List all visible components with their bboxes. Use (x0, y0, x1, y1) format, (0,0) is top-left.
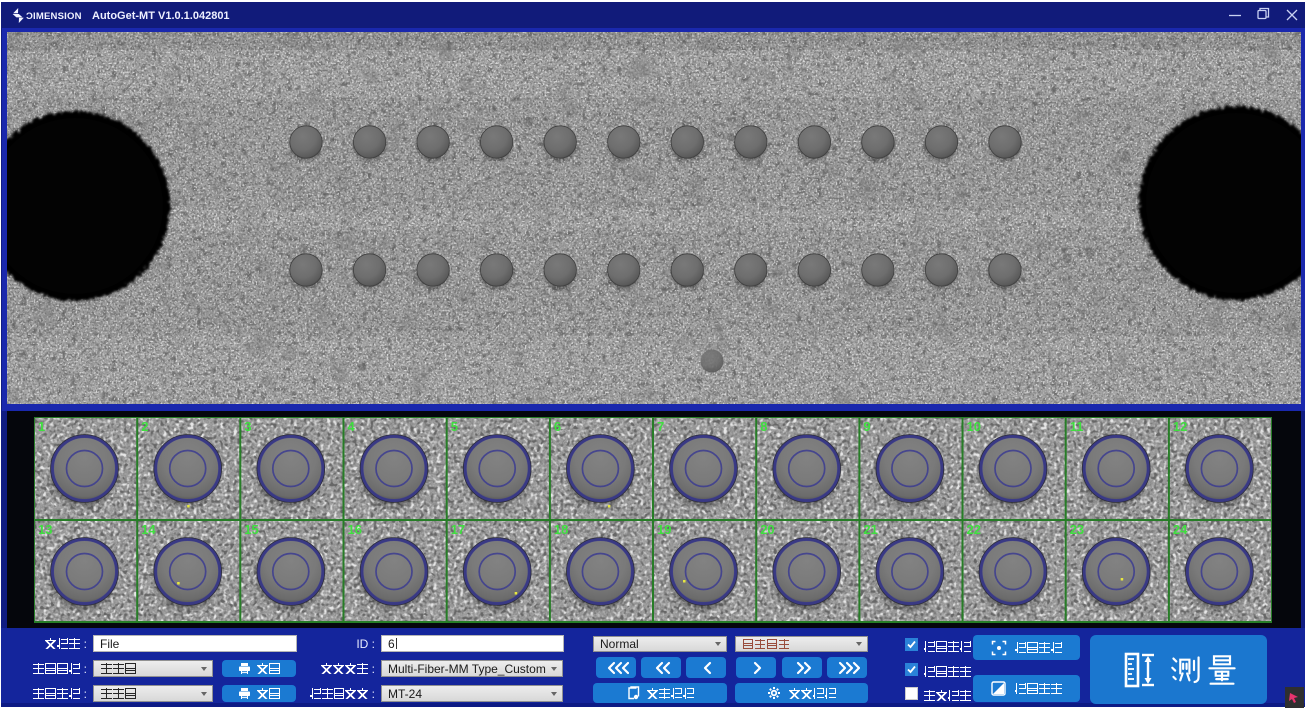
svg-text:7: 7 (657, 419, 664, 434)
svg-text:21: 21 (863, 522, 877, 537)
svg-text:3: 3 (244, 419, 251, 434)
svg-text:19: 19 (657, 522, 671, 537)
svg-text:23: 23 (1070, 522, 1084, 537)
svg-text:24: 24 (1173, 522, 1188, 537)
svg-text:4: 4 (348, 419, 356, 434)
svg-text:12: 12 (1173, 419, 1187, 434)
svg-text:2: 2 (141, 419, 148, 434)
svg-text:17: 17 (451, 522, 465, 537)
svg-text:8: 8 (760, 419, 767, 434)
svg-text:5: 5 (451, 419, 458, 434)
svg-text:9: 9 (863, 419, 870, 434)
svg-text:10: 10 (967, 419, 981, 434)
svg-text:14: 14 (141, 522, 156, 537)
svg-text:6: 6 (554, 419, 561, 434)
svg-text:15: 15 (244, 522, 258, 537)
svg-text:1: 1 (38, 419, 45, 434)
svg-text:22: 22 (967, 522, 981, 537)
svg-text:18: 18 (554, 522, 568, 537)
svg-text:13: 13 (38, 522, 52, 537)
svg-text:16: 16 (348, 522, 362, 537)
svg-text:11: 11 (1070, 419, 1084, 434)
svg-text:20: 20 (760, 522, 774, 537)
